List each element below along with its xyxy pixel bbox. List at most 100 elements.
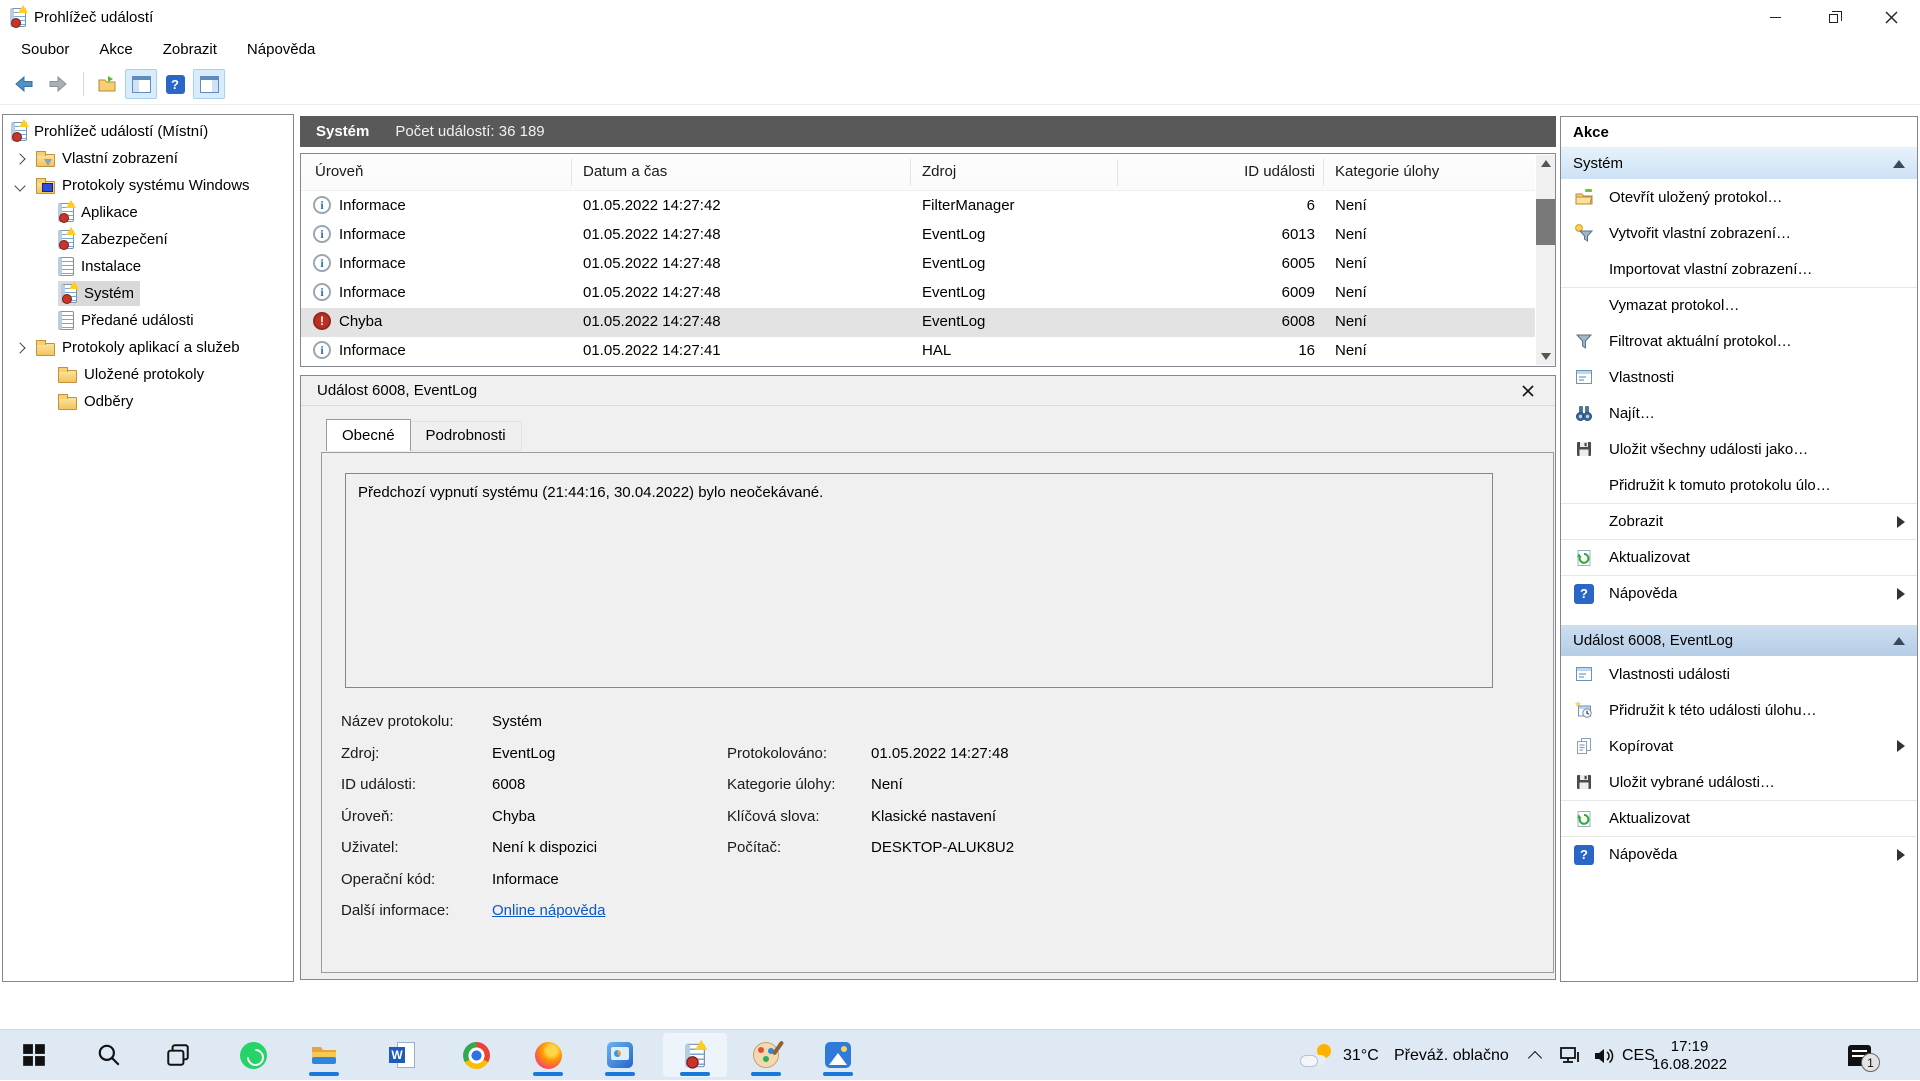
action-copy-submenu[interactable]: Kopírovat	[1561, 728, 1917, 764]
log-icon	[58, 230, 74, 249]
column-separator[interactable]	[571, 159, 572, 186]
tree-item-predane-udalosti[interactable]: Předané události	[3, 307, 293, 334]
tree-item-zabezpeceni[interactable]: Zabezpečení	[3, 226, 293, 253]
menu-akce[interactable]: Akce	[84, 34, 147, 64]
action-help-submenu[interactable]: ? Nápověda	[1561, 575, 1917, 611]
open-saved-log-button[interactable]	[91, 69, 123, 99]
menu-zobrazit[interactable]: Zobrazit	[148, 34, 232, 64]
menu-soubor[interactable]: Soubor	[6, 34, 84, 64]
action-attach-task-to-log[interactable]: Přidružit k tomuto protokolu úlo…	[1561, 467, 1917, 503]
tree-item-vlastni-zobrazeni[interactable]: Vlastní zobrazení	[3, 145, 293, 172]
event-row[interactable]: iInformace 01.05.2022 14:27:48 EventLog …	[301, 250, 1535, 279]
action-event-properties[interactable]: Vlastnosti události	[1561, 656, 1917, 692]
forward-arrow-icon	[47, 73, 69, 95]
action-create-custom-view[interactable]: Vytvořit vlastní zobrazení…	[1561, 215, 1917, 251]
column-header-datum[interactable]: Datum a čas	[583, 163, 667, 180]
action-view-submenu[interactable]: Zobrazit	[1561, 503, 1917, 539]
tree-item-aplikace[interactable]: Aplikace	[3, 199, 293, 226]
collapse-icon[interactable]	[1893, 160, 1905, 168]
event-row-selected[interactable]: !Chyba 01.05.2022 14:27:48 EventLog 6008…	[301, 308, 1535, 337]
collapse-icon[interactable]	[1893, 637, 1905, 645]
action-import-custom-view[interactable]: Importovat vlastní zobrazení…	[1561, 251, 1917, 287]
tray-overflow-button[interactable]	[1530, 1030, 1540, 1081]
tab-obecne[interactable]: Obecné	[326, 419, 411, 451]
tree-item-protokoly-aplikaci[interactable]: Protokoly aplikací a služeb	[3, 334, 293, 361]
minimize-button[interactable]	[1746, 0, 1804, 34]
scrollbar-thumb[interactable]	[1536, 199, 1555, 245]
start-button[interactable]	[2, 1033, 66, 1077]
detail-close-button[interactable]	[1517, 380, 1539, 402]
actions-group-event[interactable]: Událost 6008, EventLog	[1561, 625, 1917, 656]
column-header-kategorie[interactable]: Kategorie úlohy	[1335, 163, 1439, 180]
action-clear-log[interactable]: Vymazat protokol…	[1561, 287, 1917, 323]
online-help-link[interactable]: Online nápověda	[492, 902, 605, 919]
back-button[interactable]	[8, 69, 40, 99]
tab-podrobnosti[interactable]: Podrobnosti	[411, 421, 522, 451]
clock[interactable]: 17:19 16.08.2022	[1652, 1030, 1727, 1081]
action-properties[interactable]: Vlastnosti	[1561, 359, 1917, 395]
photos-button[interactable]	[806, 1033, 870, 1077]
tree-item-protokoly-systemu-windows[interactable]: Protokoly systému Windows	[3, 172, 293, 199]
whatsapp-button[interactable]	[221, 1033, 285, 1077]
table-scrollbar[interactable]	[1536, 155, 1555, 365]
event-row[interactable]: iInformace 01.05.2022 14:27:41 HAL 16 Ne…	[301, 337, 1535, 366]
column-header-id[interactable]: ID události	[1017, 163, 1315, 180]
system-app-button[interactable]	[588, 1033, 652, 1077]
network-button[interactable]	[1558, 1030, 1582, 1081]
tree-item-system-selected[interactable]: Systém	[3, 280, 293, 307]
menu-napoveda[interactable]: Nápověda	[232, 34, 330, 64]
word-button[interactable]: W	[370, 1033, 434, 1077]
tree-item-instalace[interactable]: Instalace	[3, 253, 293, 280]
event-row[interactable]: iInformace 01.05.2022 14:27:48 EventLog …	[301, 221, 1535, 250]
column-header-uroven[interactable]: Úroveň	[315, 163, 363, 180]
scroll-up-icon	[1541, 160, 1551, 167]
column-separator[interactable]	[910, 159, 911, 186]
search-button[interactable]	[77, 1033, 141, 1077]
volume-button[interactable]	[1592, 1030, 1616, 1081]
notification-center-button[interactable]: 1	[1848, 1030, 1871, 1081]
event-row[interactable]: iInformace 01.05.2022 14:27:42 FilterMan…	[301, 192, 1535, 221]
chrome-button[interactable]	[444, 1033, 508, 1077]
chevron-right-icon[interactable]	[14, 342, 25, 353]
chevron-right-icon[interactable]	[14, 153, 25, 164]
tree-item-odbery[interactable]: Odběry	[3, 388, 293, 415]
column-separator[interactable]	[1323, 159, 1324, 186]
toggle-console-tree-button[interactable]	[125, 69, 157, 99]
action-save-all-events[interactable]: Uložit všechny události jako…	[1561, 431, 1917, 467]
weather-temperature[interactable]: 31°C	[1343, 1030, 1379, 1081]
event-viewer-app-icon	[10, 8, 26, 27]
action-refresh[interactable]: Aktualizovat	[1561, 539, 1917, 575]
action-open-saved-log[interactable]: Otevřít uložený protokol…	[1561, 179, 1917, 215]
action-filter-current-log[interactable]: Filtrovat aktuální protokol…	[1561, 323, 1917, 359]
column-separator[interactable]	[1117, 159, 1118, 186]
action-save-selected-events[interactable]: Uložit vybrané události…	[1561, 764, 1917, 800]
task-view-button[interactable]	[146, 1033, 210, 1077]
action-attach-task-to-event[interactable]: Přidružit k této události úlohu…	[1561, 692, 1917, 728]
event-detail-panel: Událost 6008, EventLog Obecné Podrobnost…	[300, 375, 1556, 980]
event-description-box[interactable]: Předchozí vypnutí systému (21:44:16, 30.…	[345, 473, 1493, 688]
scroll-down-button[interactable]	[1536, 348, 1555, 365]
toggle-action-pane-button[interactable]	[193, 69, 225, 99]
column-header-zdroj[interactable]: Zdroj	[922, 163, 956, 180]
restore-button[interactable]	[1804, 0, 1862, 34]
close-button[interactable]	[1862, 0, 1920, 34]
event-viewer-taskbar-button[interactable]	[663, 1033, 727, 1077]
actions-group-system[interactable]: Systém	[1561, 148, 1917, 179]
weather-condition[interactable]: Převáž. oblačno	[1394, 1030, 1509, 1081]
forward-button[interactable]	[42, 69, 74, 99]
search-icon	[96, 1042, 122, 1068]
action-help-event-submenu[interactable]: ? Nápověda	[1561, 836, 1917, 872]
action-find[interactable]: Najít…	[1561, 395, 1917, 431]
paint-button[interactable]	[734, 1033, 798, 1077]
keyboard-layout[interactable]: CES	[1622, 1030, 1655, 1081]
tree-item-ulozene-protokoly[interactable]: Uložené protokoly	[3, 361, 293, 388]
firefox-button[interactable]	[516, 1033, 580, 1077]
file-explorer-button[interactable]	[292, 1033, 356, 1077]
chevron-down-icon[interactable]	[14, 180, 25, 191]
weather-widget[interactable]	[1300, 1030, 1334, 1081]
action-refresh-event[interactable]: Aktualizovat	[1561, 800, 1917, 836]
scroll-up-button[interactable]	[1536, 155, 1555, 172]
event-row[interactable]: iInformace 01.05.2022 14:27:48 EventLog …	[301, 279, 1535, 308]
tree-root-event-viewer[interactable]: Prohlížeč událostí (Místní)	[3, 118, 293, 145]
help-toolbar-button[interactable]: ?	[159, 69, 191, 99]
